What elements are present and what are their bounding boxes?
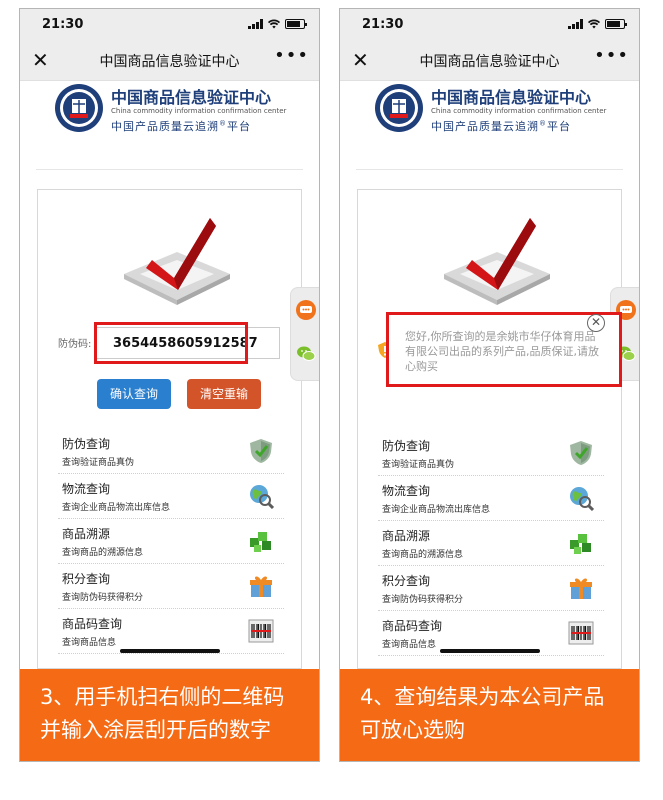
list-item-points[interactable]: 积分查询 查询防伪码获得积分 [58, 564, 284, 609]
highlight-frame [94, 322, 248, 364]
home-indicator [440, 649, 540, 653]
service-list: 防伪查询 查询验证商品真伪 物流查询 查询企业商品物流出库信息 商品溯源 查询商… [58, 429, 284, 654]
list-item-title: 商品码查询 [62, 617, 123, 631]
list-item-desc: 查询企业商品物流出库信息 [62, 503, 171, 513]
list-item-desc: 查询商品的溯源信息 [62, 548, 144, 558]
clear-reset-button[interactable]: 清空重输 [187, 379, 261, 409]
list-item-desc: 查询企业商品物流出库信息 [382, 505, 491, 515]
caption-line: 3、用手机扫右侧的二维码 [40, 685, 285, 709]
logo-subtitle: 中国产品质量云追溯®平台 [111, 119, 251, 133]
logo-block: 中国商品信息验证中心 China commodity information c… [374, 83, 614, 139]
caption-line: 并输入涂层刮开后的数字 [40, 718, 271, 742]
caption-line: 可放心选购 [360, 718, 465, 742]
logo-subtitle: 中国产品质量云追溯®平台 [431, 119, 571, 133]
more-icon[interactable]: ••• [594, 45, 629, 66]
list-item-desc: 查询防伪码获得积分 [382, 595, 464, 605]
checkmark-icon [124, 218, 230, 305]
list-item-anticounterfeit[interactable]: 防伪查询 查询验证商品真伪 [58, 429, 284, 474]
list-item-desc: 查询防伪码获得积分 [62, 593, 144, 603]
side-float-tab[interactable] [290, 287, 319, 381]
list-item-desc: 查询商品信息 [382, 640, 437, 650]
status-icons [248, 19, 307, 29]
status-time: 21:30 [42, 17, 84, 32]
signal-icon [248, 19, 263, 29]
list-item-anticounterfeit[interactable]: 防伪查询 查询验证商品真伪 [378, 431, 604, 476]
logo-chinese-name: 中国商品信息验证中心 [111, 88, 272, 107]
phone-screenshot-step4: 21:30 ✕ 中国商品信息验证中心 ••• 中国商品信息验证中心 China [339, 8, 640, 762]
wechat-icon[interactable] [296, 344, 316, 364]
status-icons [568, 19, 627, 29]
nav-bar: ✕ 中国商品信息验证中心 ••• [20, 39, 319, 81]
list-item-desc: 查询商品的溯源信息 [382, 550, 464, 560]
caption-line: 4、查询结果为本公司产品 [360, 685, 605, 709]
phone-screenshot-step3: 21:30 ✕ 中国商品信息验证中心 ••• 中国商品信息验证中心 China [19, 8, 320, 762]
home-indicator [120, 649, 220, 653]
list-item-title: 商品溯源 [382, 529, 431, 543]
nav-bar: ✕ 中国商品信息验证中心 ••• [340, 39, 639, 81]
logo-chinese-name: 中国商品信息验证中心 [431, 88, 592, 107]
wifi-icon [268, 19, 280, 29]
step4-caption: 4、查询结果为本公司产品 可放心选购 [340, 669, 639, 761]
globe-search-icon [570, 487, 594, 511]
code-field-label: 防伪码: [58, 339, 92, 350]
status-bar: 21:30 [340, 9, 639, 39]
list-item-desc: 查询商品信息 [62, 638, 117, 648]
list-item-traceability[interactable]: 商品溯源 查询商品的溯源信息 [58, 519, 284, 564]
popup-close-icon[interactable]: ✕ [587, 314, 605, 332]
battery-icon [605, 19, 627, 29]
list-item-title: 商品码查询 [382, 619, 443, 633]
list-item-desc: 查询验证商品真伪 [62, 458, 135, 468]
logo-english-name: China commodity information confirmation… [111, 107, 287, 115]
service-list: 防伪查询 查询验证商品真伪 物流查询 查询企业商品物流出库信息 商品溯源 查询商… [378, 431, 604, 656]
divider [356, 169, 623, 170]
list-item-desc: 查询验证商品真伪 [382, 460, 455, 470]
seal-logo-icon [375, 84, 423, 132]
gift-icon [570, 578, 592, 599]
list-item-title: 物流查询 [62, 482, 111, 496]
gift-icon [250, 576, 272, 597]
shield-check-icon [250, 439, 272, 463]
shield-check-icon [570, 441, 592, 465]
result-popup: 您好,你所查询的是余姚市华仔体育用品有限公司出品的系列产品,品质保证,请放心购买… [386, 312, 622, 387]
list-item-logistics[interactable]: 物流查询 查询企业商品物流出库信息 [378, 476, 604, 521]
logo-english-name: China commodity information confirmation… [431, 107, 607, 115]
wifi-icon [588, 19, 600, 29]
chat-bubble-icon[interactable] [296, 300, 316, 320]
cubes-icon [250, 532, 271, 552]
result-message: 您好,你所查询的是余姚市华仔体育用品有限公司出品的系列产品,品质保证,请放心购买 [405, 330, 599, 373]
checkmark-icon [444, 218, 550, 305]
list-item-logistics[interactable]: 物流查询 查询企业商品物流出库信息 [58, 474, 284, 519]
status-bar: 21:30 [20, 9, 319, 39]
tutorial-page: 21:30 ✕ 中国商品信息验证中心 ••• 中国商品信息验证中心 China [0, 0, 663, 800]
list-item-traceability[interactable]: 商品溯源 查询商品的溯源信息 [378, 521, 604, 566]
seal-logo-icon [55, 84, 103, 132]
barcode-icon [248, 619, 274, 643]
list-item-title: 积分查询 [382, 574, 431, 588]
globe-search-icon [250, 485, 274, 509]
divider [36, 169, 303, 170]
list-item-title: 积分查询 [62, 572, 111, 586]
logo-block: 中国商品信息验证中心 China commodity information c… [54, 83, 294, 139]
list-item-points[interactable]: 积分查询 查询防伪码获得积分 [378, 566, 604, 611]
status-time: 21:30 [362, 17, 404, 32]
list-item-title: 防伪查询 [62, 437, 111, 451]
barcode-icon [568, 621, 594, 645]
list-item-title: 物流查询 [382, 484, 431, 498]
battery-icon [285, 19, 307, 29]
list-item-title: 商品溯源 [62, 527, 111, 541]
cubes-icon [570, 534, 591, 554]
list-item-title: 防伪查询 [382, 439, 431, 453]
step3-caption: 3、用手机扫右侧的二维码 并输入涂层刮开后的数字 [20, 669, 319, 761]
signal-icon [568, 19, 583, 29]
confirm-query-button[interactable]: 确认查询 [97, 379, 171, 409]
list-item-product-code[interactable]: 商品码查询 查询商品信息 [58, 609, 284, 654]
more-icon[interactable]: ••• [274, 45, 309, 66]
